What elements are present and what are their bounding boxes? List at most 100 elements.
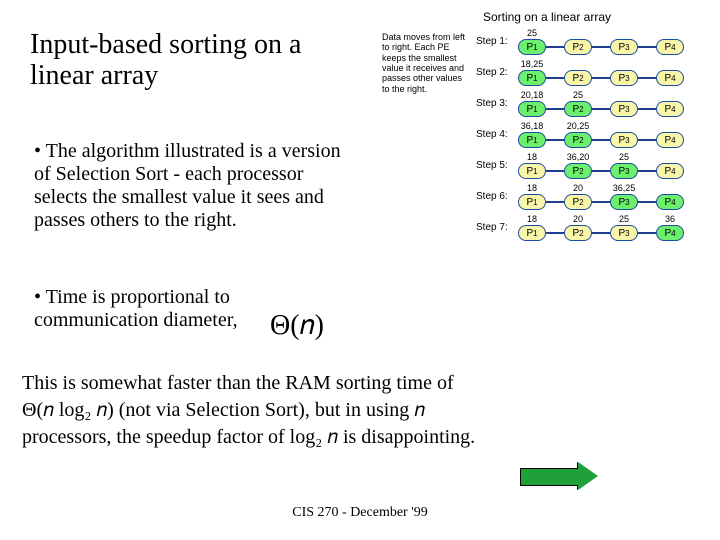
processor-node: P3 [610,70,638,86]
processor-node: P1 [518,163,546,179]
processor-node: P2 [564,225,592,241]
diagram-step: Step 5:18 36,20 25 P1 P2 P3 P4 [382,152,712,179]
value-label: 36,20 [564,152,592,163]
note-line-2: Θ(𝑛 log₂ 𝑛) (not via Selection Sort), bu… [22,397,542,424]
link-line [592,232,610,234]
note-line-1: This is somewhat faster than the RAM sor… [22,370,542,397]
diagram-step: Step 6:18 20 36,25 P1 P2 P3 P4 [382,183,712,210]
processor-node: P3 [610,194,638,210]
step-label: Step 4: [476,129,518,140]
page-title: Input-based sorting on a linear array [30,30,350,92]
value-label: 18 [518,214,546,225]
link-line [638,77,656,79]
processor-node: P1 [518,132,546,148]
processor-node: P1 [518,225,546,241]
link-line [592,139,610,141]
value-label: 36,25 [610,183,638,194]
value-label [656,121,684,132]
link-line [546,201,564,203]
link-line [546,232,564,234]
link-line [592,170,610,172]
step-label: Step 2: [476,67,518,78]
step-label: Step 5: [476,160,518,171]
theta-n: Θ(𝑛) [270,310,324,342]
value-label: 36 [656,214,684,225]
link-line [638,46,656,48]
processor-node: P3 [610,163,638,179]
value-label: 20 [564,214,592,225]
processor-node: P3 [610,39,638,55]
processor-node: P2 [564,70,592,86]
processor-node: P2 [564,163,592,179]
processor-node: P2 [564,194,592,210]
diagram-caption: Data moves from left to right. Each PE k… [382,32,476,144]
bullet-time: • Time is proportional to communication … [34,286,264,332]
value-label: 25 [518,28,546,39]
value-label [656,90,684,101]
link-line [546,108,564,110]
value-label: 20 [564,183,592,194]
link-line [638,139,656,141]
processor-node: P1 [518,39,546,55]
processor-node: P4 [656,225,684,241]
value-label [610,59,638,70]
value-label [564,59,592,70]
step-label: Step 7: [476,222,518,233]
link-line [546,77,564,79]
processor-node: P3 [610,101,638,117]
value-label: 25 [564,90,592,101]
sorting-diagram: Sorting on a linear array Step 1:25P1P2P… [382,10,712,245]
value-label: 18 [518,183,546,194]
link-line [592,108,610,110]
processor-node: P4 [656,70,684,86]
value-label: 18 [518,152,546,163]
note-block: This is somewhat faster than the RAM sor… [22,370,542,451]
processor-node: P2 [564,39,592,55]
link-line [592,77,610,79]
processor-node: P4 [656,163,684,179]
value-label [656,28,684,39]
link-line [638,108,656,110]
diagram-title: Sorting on a linear array [382,10,712,24]
value-label [656,59,684,70]
bullet-algorithm: • The algorithm illustrated is a version… [34,140,344,232]
processor-node: P3 [610,132,638,148]
next-arrow[interactable] [520,462,598,490]
value-label [656,152,684,163]
link-line [592,46,610,48]
step-label: Step 1: [476,36,518,47]
processor-node: P1 [518,101,546,117]
value-label: 18,25 [518,59,546,70]
diagram-step: Step 7:18 20 25 36 P1 P2 P3 P4 [382,214,712,241]
processor-node: P2 [564,132,592,148]
link-line [546,139,564,141]
link-line [592,201,610,203]
value-label: 25 [610,214,638,225]
value-label: 20,18 [518,90,546,101]
link-line [638,201,656,203]
link-line [638,232,656,234]
processor-node: P1 [518,70,546,86]
processor-node: P4 [656,101,684,117]
processor-node: P4 [656,194,684,210]
value-label: 25 [610,152,638,163]
value-label [656,183,684,194]
note-line-3: processors, the speedup factor of log₂ 𝑛… [22,424,542,451]
processor-node: P1 [518,194,546,210]
processor-node: P3 [610,225,638,241]
value-label [610,121,638,132]
link-line [546,46,564,48]
step-label: Step 6: [476,191,518,202]
value-label [564,28,592,39]
value-label [610,28,638,39]
link-line [638,170,656,172]
value-label: 20,25 [564,121,592,132]
footer: CIS 270 - December '99 [0,505,720,521]
value-label [610,90,638,101]
processor-node: P2 [564,101,592,117]
value-label: 36,18 [518,121,546,132]
step-label: Step 3: [476,98,518,109]
processor-node: P4 [656,39,684,55]
processor-node: P4 [656,132,684,148]
link-line [546,170,564,172]
